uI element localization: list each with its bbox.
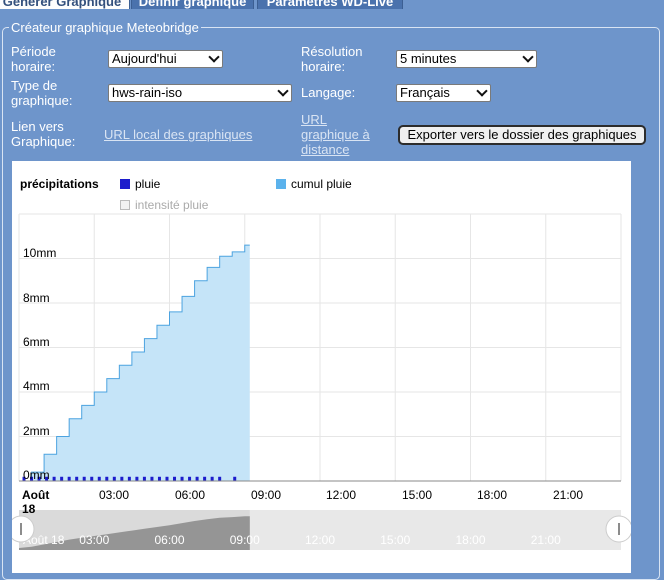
link-label-line2: Graphique: [11,134,76,149]
x-tick-label: 09:00 [250,488,282,502]
remote-url-link-line2[interactable]: graphique à [301,127,370,142]
type-label-line1: Type de [11,78,58,93]
period-label-line1: Période [11,44,56,59]
rain-bar [157,476,161,481]
resolution-label-line2: horaire: [301,59,346,74]
rain-bar [67,476,71,481]
rain-bar [105,476,109,481]
navigator-tick-label: 03:00 [79,533,109,547]
chevron-down-icon [277,85,289,97]
navigator-right-handle[interactable] [605,515,631,543]
y-tick-label: 6mm [23,335,50,349]
rain-bar [127,476,131,481]
navigator-tick-label: 09:00 [230,533,260,547]
rain-bar [142,476,146,481]
chevron-down-icon [208,51,220,63]
x-tick-label: 06:00 [174,488,206,502]
resolution-select-value: 5 minutes [400,51,457,66]
navigator-tick-label: 21:00 [531,533,561,547]
navigator-tick-label: 15:00 [380,533,410,547]
x-tick-label: 03:00 [98,488,130,502]
x-tick-label: 15:00 [401,488,433,502]
remote-url-link-line3[interactable]: distance [301,142,349,157]
rain-bar [135,476,139,481]
navigator-left-handle[interactable] [12,515,35,543]
y-tick-label: 2mm [23,424,50,438]
local-url-link[interactable]: URL local des graphiques [104,127,252,142]
language-select[interactable]: Français [396,84,491,102]
y-tick-label: 0mm [23,468,50,482]
navigator-tick-label: 18:00 [455,533,485,547]
x-tick-label: 18:00 [476,488,508,502]
x-tick-label: 21:00 [552,488,584,502]
resolution-label-line1: Résolution [301,44,363,59]
navigator-tick-label: 12:00 [305,533,335,547]
y-tick-label: 4mm [23,379,50,393]
x-tick-label: 12:00 [325,488,357,502]
rain-bar [210,476,214,481]
tab-wd-live-settings[interactable]: Paramètres WD-Live [257,0,403,9]
rain-bar [120,476,124,481]
rain-bar [150,476,154,481]
rain-bar [75,476,79,481]
chart-plot-area: Août 18 03:00 06:00 09:00 12:00 15:00 18:00 21:… [12,213,631,550]
rain-bar [218,476,222,481]
panel-title: Créateur graphique Meteobridge [11,20,199,35]
rain-bar [112,476,116,481]
navigator-tick-label: 06:00 [154,533,184,547]
rain-bar [173,476,177,481]
y-tick-label: 8mm [23,291,50,305]
remote-url-link-line1[interactable]: URL [301,112,327,127]
export-button[interactable]: Exporter vers le dossier des graphiques [398,125,646,145]
rain-bar [195,476,199,481]
rain-bar [82,476,86,481]
rain-bar [60,476,64,481]
link-label-line1: Lien vers [11,119,64,134]
tab-define-chart[interactable]: Définir graphique [131,0,254,9]
rain-bar [97,476,101,481]
rain-bar [188,476,192,481]
period-select[interactable]: Aujourd'hui [108,50,223,68]
navigator-left-handle-circle [12,515,35,543]
y-tick-label: 10mm [23,246,57,260]
rain-bar [165,476,169,481]
language-label: Langage: [301,85,356,100]
language-select-value: Français [400,85,450,100]
chart-type-select-value: hws-rain-iso [112,85,183,100]
rain-bar [90,476,94,481]
rain-bar [52,476,56,481]
rain-chart: précipitations pluie cumul pluie intensi… [12,161,631,573]
period-label-line2: horaire: [11,59,56,74]
chevron-down-icon [522,51,534,63]
rain-bar [203,476,207,481]
rain-bar [233,476,237,481]
tab-generate-chart[interactable]: Générer Graphique [0,0,130,9]
x-tick-label: Août 18 [22,488,50,516]
type-label-line2: graphique: [11,93,73,108]
chevron-down-icon [476,85,488,97]
period-select-value: Aujourd'hui [112,51,177,66]
rain-bar [180,476,184,481]
cumulative-rain-area [19,245,250,481]
resolution-select[interactable]: 5 minutes [396,50,537,68]
chart-type-select[interactable]: hws-rain-iso [108,84,292,102]
